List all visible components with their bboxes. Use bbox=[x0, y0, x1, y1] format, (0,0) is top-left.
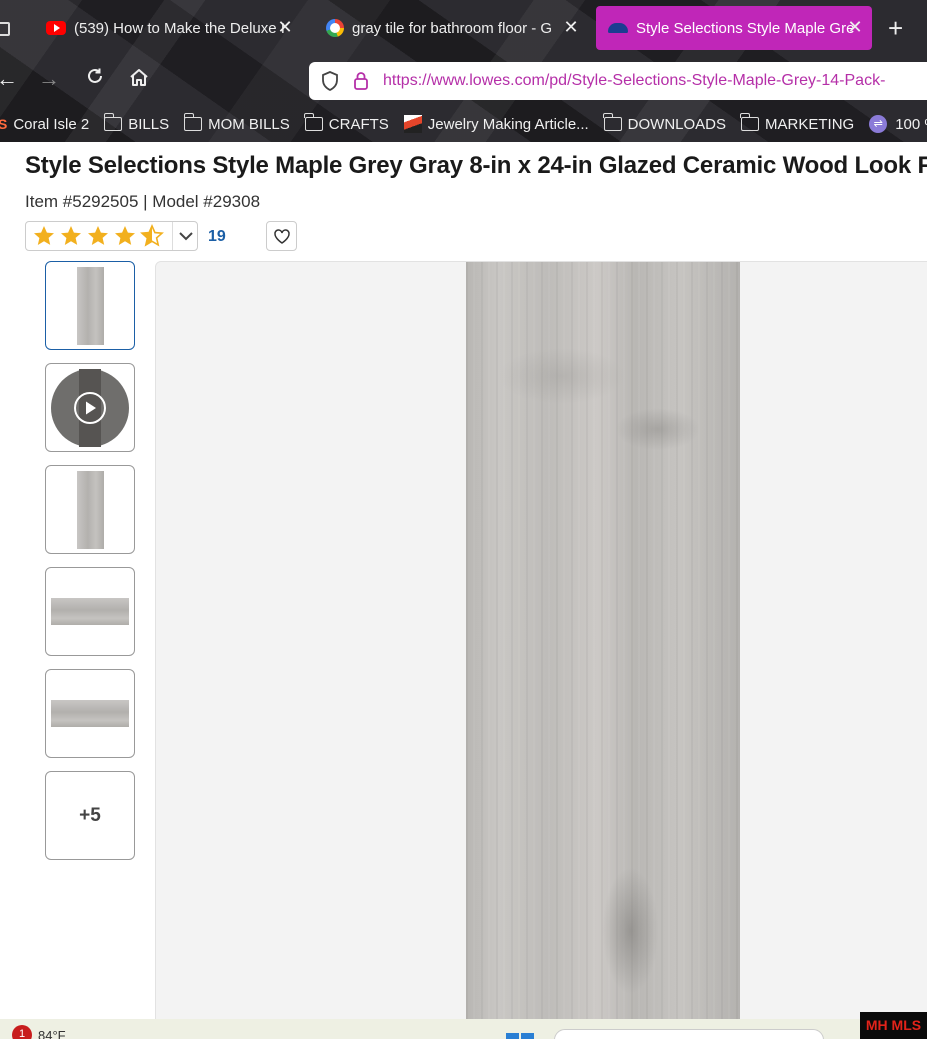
product-page: Style Selections Style Maple Grey Gray 8… bbox=[0, 142, 927, 1019]
weather-widget[interactable]: 1 84°F bbox=[12, 1025, 66, 1039]
forward-arrow-icon[interactable]: → bbox=[36, 66, 62, 92]
browser-chrome: (539) How to Make the Deluxe I ✕ gray ti… bbox=[0, 0, 927, 142]
bookmark-label: Coral Isle 2 bbox=[13, 115, 90, 133]
tab-google[interactable]: gray tile for bathroom floor - G ✕ bbox=[314, 6, 588, 50]
half-star-icon bbox=[140, 224, 164, 247]
shield-icon[interactable] bbox=[321, 71, 339, 91]
bookmark-marketing[interactable]: MARKETING bbox=[740, 113, 855, 133]
bookmarks-bar: S Coral Isle 2 BILLS MOM BILLS CRAFTS Je… bbox=[0, 110, 927, 138]
google-icon bbox=[326, 19, 344, 37]
bookmark-downloads[interactable]: DOWNLOADS bbox=[603, 113, 727, 133]
free-icon: ⇌ bbox=[869, 115, 888, 133]
star-icon bbox=[115, 226, 135, 245]
folder-icon bbox=[103, 113, 123, 131]
bookmark-coral-isle[interactable]: S Coral Isle 2 bbox=[0, 116, 89, 133]
bookmark-mom-bills[interactable]: MOM BILLS bbox=[183, 113, 290, 133]
tab-youtube[interactable]: (539) How to Make the Deluxe I ✕ bbox=[34, 6, 302, 50]
back-arrow-icon[interactable]: ← bbox=[0, 66, 20, 92]
tab-list-icon[interactable] bbox=[0, 22, 10, 36]
play-icon bbox=[74, 391, 106, 424]
reload-icon[interactable] bbox=[82, 66, 108, 86]
tile-image bbox=[76, 470, 104, 549]
tab-lowes-active[interactable]: Style Selections Style Maple Gre ✕ bbox=[596, 6, 872, 50]
bookmark-label: MARKETING bbox=[765, 115, 855, 133]
main-product-image bbox=[466, 262, 740, 1019]
lock-icon[interactable] bbox=[353, 71, 369, 91]
navigation-row: ← → https://www.lowes.com/pd/Style-Selec… bbox=[0, 60, 927, 102]
star-icon bbox=[88, 226, 108, 245]
thumbnail-5[interactable] bbox=[45, 669, 135, 758]
star-icon bbox=[34, 226, 54, 245]
folder-icon bbox=[603, 113, 622, 131]
tile-image bbox=[51, 700, 129, 727]
bookmark-label: BILLS bbox=[128, 115, 170, 133]
bookmark-label: MOM BILLS bbox=[208, 115, 290, 133]
item-model-number: Item #5292505 | Model #29308 bbox=[25, 192, 261, 211]
close-icon[interactable]: ✕ bbox=[562, 17, 580, 38]
bookmark-jewelry[interactable]: Jewelry Making Article... bbox=[403, 115, 589, 133]
notification-badge: 1 bbox=[12, 1025, 32, 1039]
new-tab-button[interactable]: + bbox=[888, 15, 903, 41]
home-icon[interactable] bbox=[126, 66, 152, 88]
favorite-button[interactable] bbox=[266, 221, 297, 251]
main-image-panel[interactable] bbox=[155, 261, 927, 1019]
thumbnail-video[interactable] bbox=[45, 363, 135, 452]
close-icon[interactable]: ✕ bbox=[276, 17, 294, 38]
thumbnail-1[interactable] bbox=[45, 261, 135, 350]
more-images-label: +5 bbox=[79, 804, 101, 826]
bookmark-crafts[interactable]: CRAFTS bbox=[304, 113, 389, 133]
address-bar[interactable]: https://www.lowes.com/pd/Style-Selection… bbox=[309, 62, 927, 100]
folder-icon bbox=[304, 113, 323, 131]
folder-icon bbox=[183, 113, 203, 131]
bookmark-label: DOWNLOADS bbox=[627, 115, 727, 133]
tab-title: gray tile for bathroom floor - G bbox=[352, 19, 553, 37]
product-title: Style Selections Style Maple Grey Gray 8… bbox=[25, 152, 927, 179]
folder-icon bbox=[740, 113, 760, 131]
close-icon[interactable]: ✕ bbox=[846, 17, 864, 38]
tile-image bbox=[51, 598, 129, 625]
tile-image bbox=[76, 266, 104, 345]
tab-bar: (539) How to Make the Deluxe I ✕ gray ti… bbox=[0, 4, 927, 50]
taskbar-search-input[interactable] bbox=[554, 1029, 824, 1039]
url-text: https://www.lowes.com/pd/Style-Selection… bbox=[383, 72, 886, 89]
windows-taskbar: 1 84°F bbox=[0, 1019, 927, 1039]
more-images-button[interactable]: +5 bbox=[45, 771, 135, 860]
bookmark-label: Jewelry Making Article... bbox=[427, 115, 589, 133]
heart-icon bbox=[273, 228, 290, 244]
bookmark-label: CRAFTS bbox=[328, 115, 389, 133]
jewelry-icon bbox=[403, 115, 422, 133]
bookmark-label: 100 % Fre bbox=[895, 115, 927, 133]
s-icon: S bbox=[0, 116, 8, 132]
mh-mls-watermark: MH MLS bbox=[860, 1012, 927, 1039]
youtube-icon bbox=[46, 21, 66, 35]
bookmark-free[interactable]: ⇌ 100 % Fre bbox=[869, 115, 927, 133]
chevron-down-icon[interactable] bbox=[172, 222, 198, 250]
temperature-label: 84°F bbox=[38, 1027, 66, 1039]
tab-title: (539) How to Make the Deluxe I bbox=[74, 19, 285, 37]
windows-start-icon[interactable] bbox=[506, 1033, 534, 1039]
lowes-icon bbox=[608, 23, 628, 33]
thumbnail-4[interactable] bbox=[45, 567, 135, 656]
rating-dropdown[interactable] bbox=[25, 221, 198, 251]
bookmark-bills[interactable]: BILLS bbox=[103, 113, 170, 133]
star-icon bbox=[61, 226, 81, 245]
tab-title: Style Selections Style Maple Gre bbox=[636, 19, 855, 37]
review-count-link[interactable]: 19 bbox=[208, 228, 226, 246]
thumbnail-3[interactable] bbox=[45, 465, 135, 554]
video-thumbnail bbox=[51, 368, 129, 447]
